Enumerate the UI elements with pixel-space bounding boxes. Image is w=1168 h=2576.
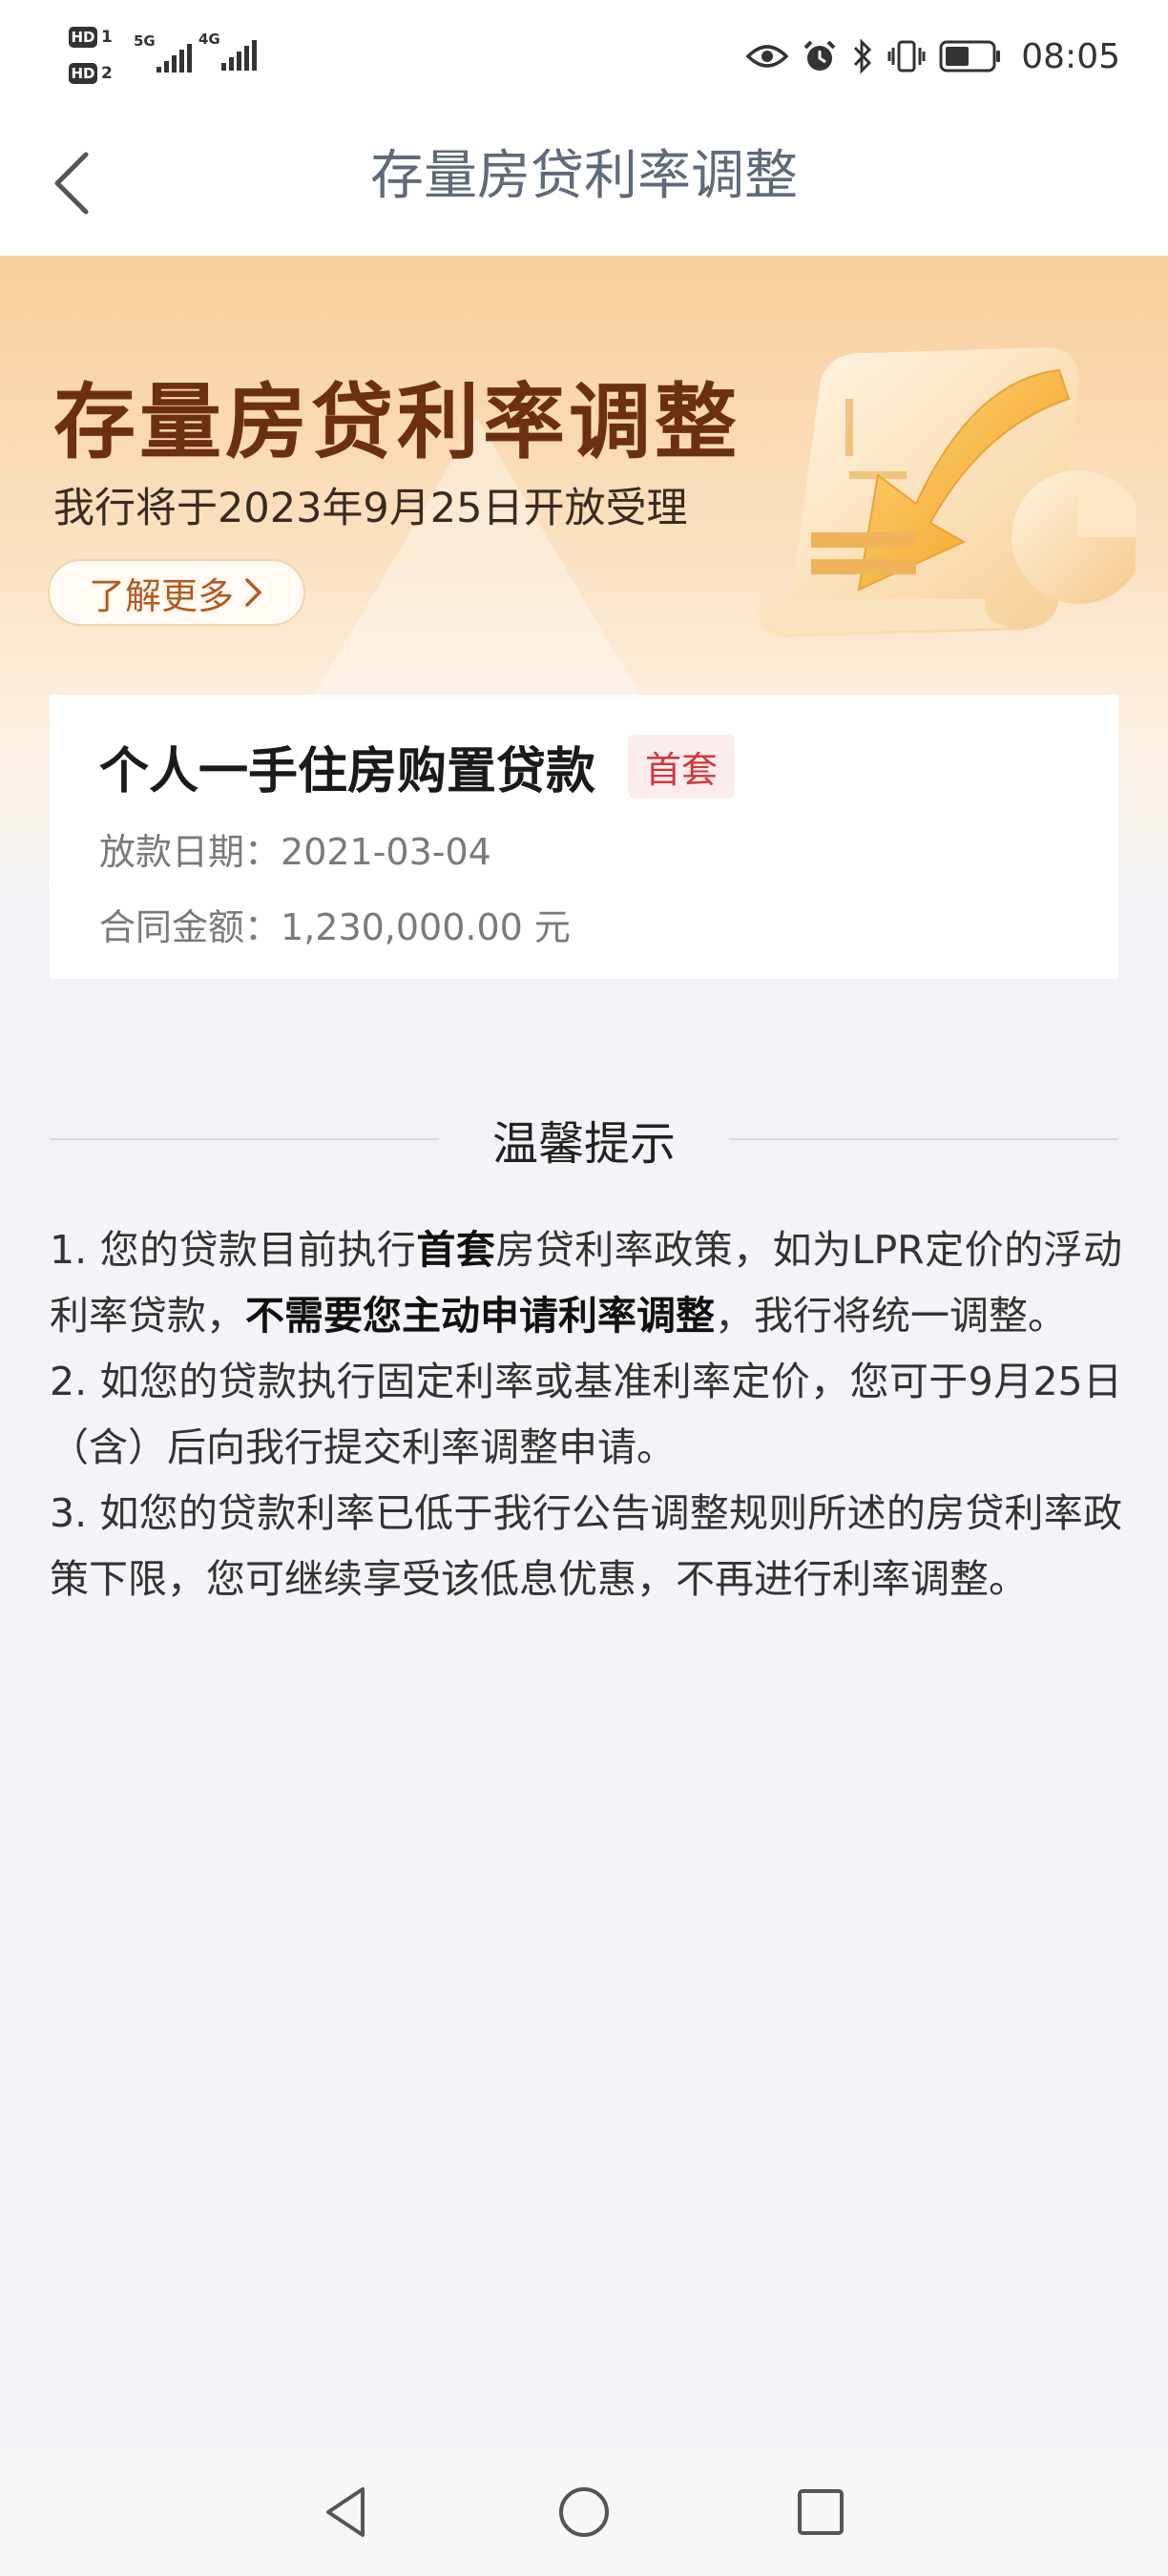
home-circle-icon <box>559 2487 609 2537</box>
rate-down-illustration-icon <box>758 347 1136 637</box>
status-bar: HD 1 HD 2 5G 4G 08:05 <box>0 0 1168 114</box>
top-nav-bar: 存量房贷利率调整 <box>0 114 1168 256</box>
system-recents-button[interactable] <box>782 2474 859 2550</box>
hd-badge-sim1: HD <box>69 27 97 48</box>
tip-item-2: 2. 如您的贷款执行固定利率或基准利率定价，您可于9月25日（含）后向我行提交利… <box>50 1359 1122 1470</box>
disbursement-date-label: 放款日期： <box>99 831 282 873</box>
tip-emphasis: 首套 <box>416 1227 496 1273</box>
alarm-icon <box>802 38 838 74</box>
sim-signal-group: HD 1 HD 2 5G 4G <box>69 23 269 90</box>
recents-square-icon <box>798 2489 844 2535</box>
banner-subtitle: 我行将于2023年9月25日开放受理 <box>53 485 688 532</box>
tips-header: 温馨提示 <box>50 1101 1119 1177</box>
contract-amount-row: 合同金额：1,230,000.00 元 <box>99 898 1069 950</box>
system-navigation-bar <box>0 2448 1168 2576</box>
tip-item-1: 1. 您的贷款目前执行首套房贷利率政策，如为LPR定价的浮动利率贷款，不需要您主… <box>50 1217 1122 1349</box>
signal-bars-icon <box>221 40 257 71</box>
status-icons: 08:05 <box>746 32 1120 80</box>
vibrate-icon <box>887 38 926 74</box>
signal-bars-icon <box>156 42 192 73</box>
disbursement-date-row: 放款日期：2021-03-04 <box>99 822 1069 875</box>
contract-amount-value: 1,230,000.00 元 <box>281 906 571 948</box>
network-type-4g: 4G <box>198 31 220 48</box>
system-home-button[interactable] <box>546 2474 622 2550</box>
loan-name-row: 个人一手住房购置贷款 首套 <box>99 733 1069 800</box>
tip-emphasis: 不需要您主动申请利率调整 <box>245 1293 715 1339</box>
network-type-5g: 5G <box>134 32 156 50</box>
eye-icon <box>746 42 789 71</box>
tip-text: 1. 您的贷款目前执行 <box>50 1227 417 1273</box>
tips-title: 温馨提示 <box>492 1117 677 1171</box>
bluetooth-icon <box>851 38 874 74</box>
tips-list: 1. 您的贷款目前执行首套房贷利率政策，如为LPR定价的浮动利率贷款，不需要您主… <box>50 1217 1122 1612</box>
chevron-right-icon <box>245 578 262 607</box>
tip-item-3: 3. 如您的贷款利率已低于我行公告调整规则所述的房贷利率政策下限，您可继续享受该… <box>50 1490 1122 1602</box>
divider <box>50 1138 439 1140</box>
clock-time: 08:05 <box>1021 36 1120 76</box>
learn-more-label: 了解更多 <box>88 574 234 617</box>
divider <box>729 1138 1119 1140</box>
sim1-index: 1 <box>101 28 113 47</box>
hd-badge-sim2: HD <box>69 63 97 84</box>
sim2-index: 2 <box>101 64 113 83</box>
tip-text: ，我行将统一调整。 <box>715 1293 1067 1339</box>
battery-icon <box>939 39 1002 73</box>
system-back-button[interactable] <box>309 2474 386 2550</box>
banner-title: 存量房贷利率调整 <box>53 375 740 470</box>
page-title: 存量房贷利率调整 <box>370 145 798 207</box>
first-home-tag: 首套 <box>628 734 736 799</box>
contract-amount-label: 合同金额： <box>99 906 282 948</box>
loan-product-name: 个人一手住房购置贷款 <box>99 742 596 800</box>
loan-info-card: 个人一手住房购置贷款 首套 放款日期：2021-03-04 合同金额：1,230… <box>50 695 1118 979</box>
back-triangle-icon <box>326 2487 365 2537</box>
learn-more-button[interactable]: 了解更多 <box>48 559 305 626</box>
disbursement-date-value: 2021-03-04 <box>281 831 491 873</box>
